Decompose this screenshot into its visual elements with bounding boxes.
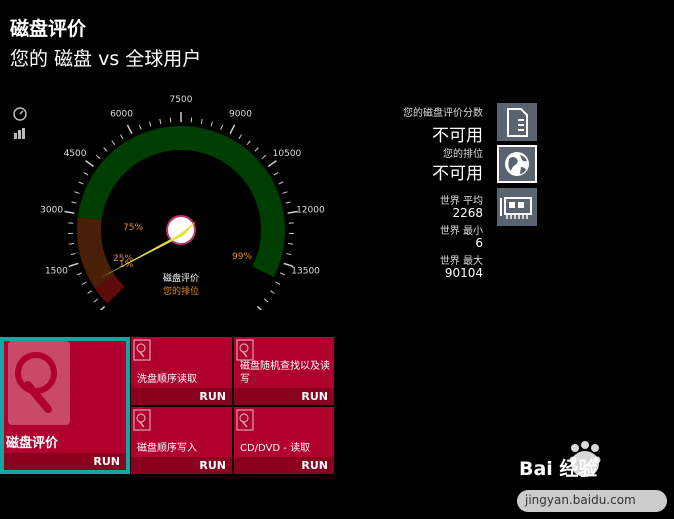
gauge-center-sublabel: 您的排位 xyxy=(163,285,199,297)
gauge-minor-tick xyxy=(74,191,80,194)
tile-random-rw[interactable]: 磁盘随机查找以及读写 RUN xyxy=(234,337,334,405)
tile-cd-dvd-read-label: CD/DVD - 读取 xyxy=(240,443,311,454)
gauge-tick-label: 7500 xyxy=(170,95,193,105)
hard-disk-icon xyxy=(8,341,70,425)
gauge-needle xyxy=(99,215,197,279)
tile-cd-dvd-read[interactable]: CD/DVD - 读取 RUN xyxy=(234,407,334,474)
disk-score-gauge: 0150030004500600075009000105001200013500… xyxy=(40,95,325,310)
gauge-minor-tick xyxy=(77,272,83,276)
gauge-minor-tick xyxy=(278,181,284,185)
gauge-minor-tick xyxy=(103,147,108,152)
gauge-major-tick xyxy=(126,124,133,135)
hard-disk-icon xyxy=(133,409,151,431)
gauge-minor-tick xyxy=(285,201,291,204)
gauge-minor-tick xyxy=(254,147,259,152)
tile-cd-dvd-read-run[interactable]: RUN xyxy=(301,459,328,472)
document-icon[interactable] xyxy=(497,103,537,141)
gauge-minor-tick xyxy=(238,134,242,140)
world-min-label: 世界 最小 xyxy=(439,226,483,237)
score-label: 您的磁盘评价分数 xyxy=(403,108,483,119)
tile-random-rw-run[interactable]: RUN xyxy=(301,390,328,403)
gauge-minor-tick xyxy=(81,281,87,285)
gauge-minor-tick xyxy=(275,281,281,285)
gauge-minor-tick xyxy=(148,121,152,127)
rank-label: 您的排位 xyxy=(443,149,483,160)
gauge-major-tick xyxy=(229,124,236,135)
gauge-minor-tick xyxy=(71,201,77,204)
gauge-major-tick xyxy=(64,210,75,214)
gauge-minor-tick xyxy=(87,290,92,294)
rank-value: 不可用 xyxy=(432,164,483,184)
gauge-minor-tick xyxy=(120,134,124,140)
gauge-major-tick xyxy=(256,305,263,310)
tile-disk-score[interactable]: 磁盘评价 RUN xyxy=(0,337,130,474)
gauge-minor-tick xyxy=(95,154,101,159)
gauge-minor-tick xyxy=(220,124,224,130)
gauge-minor-tick xyxy=(263,298,269,303)
gauge-major-tick xyxy=(267,160,277,168)
gauge-minor-tick xyxy=(68,243,74,245)
gauge-tick-label: 9000 xyxy=(229,109,252,119)
gauge-band-high xyxy=(77,126,285,278)
hard-disk-icon xyxy=(236,339,254,361)
gauge-minor-tick xyxy=(111,140,116,145)
world-max-value: 90104 xyxy=(444,266,483,280)
gauge-tick-label: 4500 xyxy=(64,149,87,159)
gauge-center-label: 磁盘评价 xyxy=(163,272,199,284)
gauge-tick-label: 1500 xyxy=(45,266,68,276)
gauge-minor-tick xyxy=(246,140,251,145)
tile-seq-read-run[interactable]: RUN xyxy=(199,390,226,403)
gauge-minor-tick xyxy=(210,121,214,127)
gauge-tick-label: 3000 xyxy=(40,206,63,216)
baidu-url: jingyan.baidu.com xyxy=(525,493,636,507)
gauge-major-tick xyxy=(68,262,79,268)
world-min-value: 6 xyxy=(475,236,483,250)
gauge-minor-tick xyxy=(270,290,275,294)
hard-disk-icon xyxy=(133,339,151,361)
world-avg-value: 2268 xyxy=(452,206,483,220)
gauge-major-tick xyxy=(99,305,106,310)
gauge-minor-tick xyxy=(93,298,99,303)
gauge-minor-tick xyxy=(78,181,84,185)
pct-75-label: 75% xyxy=(123,223,143,233)
globe-icon[interactable] xyxy=(497,145,537,183)
gauge-minor-tick xyxy=(288,243,294,245)
world-max-label: 世界 最大 xyxy=(439,256,483,267)
gauge-minor-tick xyxy=(83,172,89,176)
gauge-minor-tick xyxy=(138,124,142,130)
baidu-watermark: Bai 经验 jingyan.baidu.com xyxy=(515,440,670,515)
tile-seq-write-label: 磁盘顺序写入 xyxy=(137,443,197,454)
tile-random-rw-label: 磁盘随机查找以及读写 xyxy=(240,361,330,385)
gauge-band-mid xyxy=(77,216,115,289)
gauge-minor-tick xyxy=(159,118,162,125)
tile-seq-write[interactable]: 磁盘顺序写入 RUN xyxy=(131,407,232,474)
gauge-minor-tick xyxy=(273,172,279,176)
baidu-brand: Bai 经验 xyxy=(519,458,598,480)
gauge-tick-label: 12000 xyxy=(296,206,325,216)
hard-disk-icon xyxy=(236,409,254,431)
gauge-tick-label: 10500 xyxy=(273,149,302,159)
gauge-minor-tick xyxy=(286,253,292,256)
tile-seq-read[interactable]: 洗盘顺序读取 RUN xyxy=(131,337,232,405)
world-avg-label: 世界 平均 xyxy=(439,196,483,207)
hardware-card-icon[interactable] xyxy=(497,188,537,226)
score-value: 不可用 xyxy=(432,126,483,146)
gauge-major-tick xyxy=(85,160,95,168)
gauge-minor-tick xyxy=(261,154,267,159)
tile-seq-write-run[interactable]: RUN xyxy=(199,459,226,472)
pct-99-label: 99% xyxy=(232,252,252,262)
tile-seq-read-label: 洗盘顺序读取 xyxy=(137,374,197,385)
gauge-minor-tick xyxy=(279,272,285,276)
gauge-tick-label: 6000 xyxy=(110,109,133,119)
gauge-minor-tick xyxy=(70,253,76,256)
gauge-minor-tick xyxy=(200,118,203,125)
tile-disk-score-run[interactable]: RUN xyxy=(93,455,120,468)
gauge-minor-tick xyxy=(282,191,288,194)
gauge-tick-label: 13500 xyxy=(291,266,320,276)
tile-disk-score-label: 磁盘评价 xyxy=(6,436,59,451)
